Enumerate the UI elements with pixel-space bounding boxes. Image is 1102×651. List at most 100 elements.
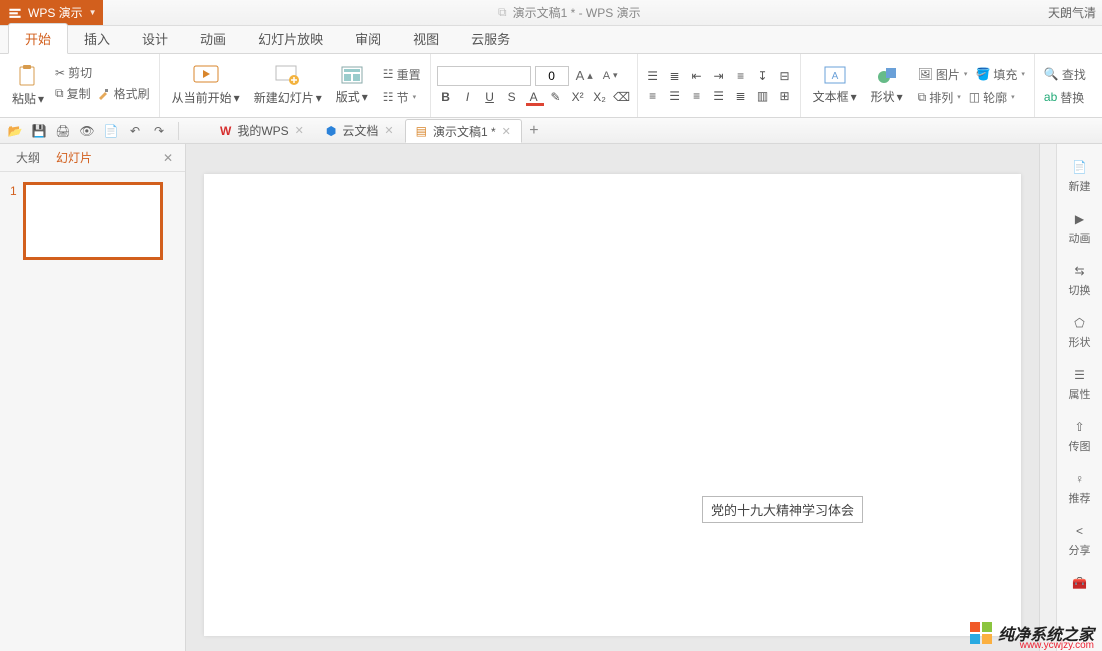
tab-insert[interactable]: 插入: [68, 24, 126, 53]
italic-button[interactable]: I: [459, 88, 477, 106]
textbox-label: 文本框: [813, 88, 849, 105]
tab-cloud[interactable]: 云服务: [455, 24, 526, 53]
format-painter-button[interactable]: 格式刷: [94, 83, 153, 104]
align-justify-button[interactable]: ☰: [710, 87, 728, 105]
rside-transition[interactable]: ⇆切换: [1060, 256, 1100, 304]
slide[interactable]: 党的十九大精神学习体会: [204, 174, 1021, 636]
columns-button[interactable]: ▥: [754, 87, 772, 105]
distribute-button[interactable]: ≣: [732, 87, 750, 105]
tab-review[interactable]: 审阅: [339, 24, 397, 53]
app-name: WPS 演示: [28, 4, 83, 21]
wps-icon: W: [220, 124, 231, 138]
slides-tab[interactable]: 幻灯片: [48, 145, 100, 170]
align-left-button[interactable]: ≡: [644, 87, 662, 105]
new-tab-button[interactable]: +: [522, 122, 546, 140]
highlight-button[interactable]: ✎: [547, 88, 565, 106]
username: 天朗气清: [1048, 4, 1096, 21]
text-direction-button[interactable]: ↧: [754, 67, 772, 85]
doctab-label: 云文档: [342, 122, 378, 139]
copy-icon: ⧉: [55, 86, 64, 101]
tab-design[interactable]: 设计: [126, 24, 184, 53]
numbering-button[interactable]: ≣: [666, 67, 684, 85]
qa-save-button[interactable]: 💾: [30, 122, 48, 140]
arrange-icon: ⧉: [918, 90, 927, 105]
font-name-input[interactable]: [437, 66, 531, 86]
close-icon[interactable]: ✕: [384, 124, 393, 137]
qa-export-button[interactable]: 📄: [102, 122, 120, 140]
fill-button[interactable]: 🪣填充▾: [972, 64, 1027, 85]
line-spacing-button[interactable]: ≡: [732, 67, 750, 85]
align-right-button[interactable]: ≡: [688, 87, 706, 105]
tab-start[interactable]: 开始: [8, 23, 68, 54]
rside-shape[interactable]: ⬠形状: [1060, 308, 1100, 356]
outline-button[interactable]: ◫轮廓▾: [966, 87, 1018, 108]
outline-tab[interactable]: 大纲: [8, 145, 48, 170]
doctab-mywps[interactable]: W 我的WPS ✕: [209, 119, 315, 143]
replace-button[interactable]: ab替换: [1041, 87, 1089, 108]
tab-slideshow[interactable]: 幻灯片放映: [242, 24, 339, 53]
scissors-icon: ✂: [55, 66, 65, 80]
align-text-button[interactable]: ⊟: [776, 67, 794, 85]
underline-button[interactable]: U: [481, 88, 499, 106]
slide-thumbnail[interactable]: [23, 182, 163, 260]
rside-property[interactable]: ☰属性: [1060, 360, 1100, 408]
rside-share[interactable]: <分享: [1060, 516, 1100, 564]
strike-button[interactable]: S: [503, 88, 521, 106]
slide-textbox[interactable]: 党的十九大精神学习体会: [702, 496, 863, 523]
bold-button[interactable]: B: [437, 88, 455, 106]
vertical-scrollbar[interactable]: [1039, 144, 1056, 651]
rside-upload[interactable]: ⇧传图: [1060, 412, 1100, 460]
doctab-presentation[interactable]: ▤ 演示文稿1 * ✕: [405, 119, 522, 143]
doc-title-text: 演示文稿1 * - WPS 演示: [513, 4, 641, 21]
wps-logo-icon: [8, 6, 22, 20]
qa-undo-button[interactable]: ↶: [126, 122, 144, 140]
picture-button[interactable]: 🖼图片▾: [915, 64, 971, 85]
textbox-button[interactable]: A 文本框▾: [807, 64, 863, 107]
textbox-icon: A: [824, 66, 846, 86]
doctab-cloud[interactable]: ⬢ 云文档 ✕: [315, 119, 405, 143]
cut-button[interactable]: ✂剪切: [52, 62, 153, 83]
find-button[interactable]: 🔍查找: [1041, 64, 1089, 85]
qa-preview-button[interactable]: 👁: [78, 122, 96, 140]
rside-recommend[interactable]: ♀推荐: [1060, 464, 1100, 512]
cloud-icon: ⬢: [326, 124, 336, 138]
copy-button[interactable]: ⧉复制: [52, 83, 94, 104]
new-slide-button[interactable]: 新建幻灯片▾: [248, 63, 328, 108]
increase-font-button[interactable]: A▴: [573, 66, 596, 85]
align-center-button[interactable]: ☰: [666, 87, 684, 105]
close-icon[interactable]: ✕: [502, 125, 511, 138]
file-icon: 📄: [1071, 158, 1089, 176]
reset-button[interactable]: ☳重置: [380, 64, 424, 85]
section-button[interactable]: ☷节▾: [380, 87, 424, 108]
font-color-button[interactable]: A: [525, 88, 543, 106]
tab-animation[interactable]: 动画: [184, 24, 242, 53]
bullets-button[interactable]: ☰: [644, 67, 662, 85]
layout-button[interactable]: 版式▾: [330, 64, 374, 107]
reset-icon: ☳: [383, 67, 394, 81]
decrease-font-button[interactable]: A▾: [600, 68, 621, 84]
rside-animation[interactable]: ▶动画: [1060, 204, 1100, 252]
paste-button[interactable]: 粘贴▾: [6, 62, 50, 109]
arrange-button[interactable]: ⧉排列▾: [915, 87, 964, 108]
rside-toolbox[interactable]: 🧰: [1060, 568, 1100, 600]
convert-smartart-button[interactable]: ⊞: [776, 87, 794, 105]
slide-canvas-area[interactable]: 党的十九大精神学习体会: [186, 144, 1039, 651]
close-icon[interactable]: ✕: [295, 124, 304, 137]
share-icon: <: [1071, 522, 1089, 540]
increase-indent-button[interactable]: ⇥: [710, 67, 728, 85]
qa-print-button[interactable]: 🖨: [54, 122, 72, 140]
superscript-button[interactable]: X²: [569, 88, 587, 106]
subscript-button[interactable]: X₂: [591, 88, 609, 106]
decrease-indent-button[interactable]: ⇤: [688, 67, 706, 85]
font-size-input[interactable]: [535, 66, 569, 86]
tab-view[interactable]: 视图: [397, 24, 455, 53]
panel-close-button[interactable]: ✕: [159, 149, 177, 167]
clear-format-button[interactable]: ⌫: [613, 88, 631, 106]
app-menu-button[interactable]: WPS 演示 ▼: [0, 0, 103, 25]
qa-open-button[interactable]: 📂: [6, 122, 24, 140]
rside-new[interactable]: 📄新建: [1060, 152, 1100, 200]
qa-redo-button[interactable]: ↷: [150, 122, 168, 140]
shape-button[interactable]: 形状▾: [865, 64, 909, 107]
outline-icon: ◫: [969, 90, 980, 104]
from-current-button[interactable]: 从当前开始▾: [166, 63, 246, 108]
